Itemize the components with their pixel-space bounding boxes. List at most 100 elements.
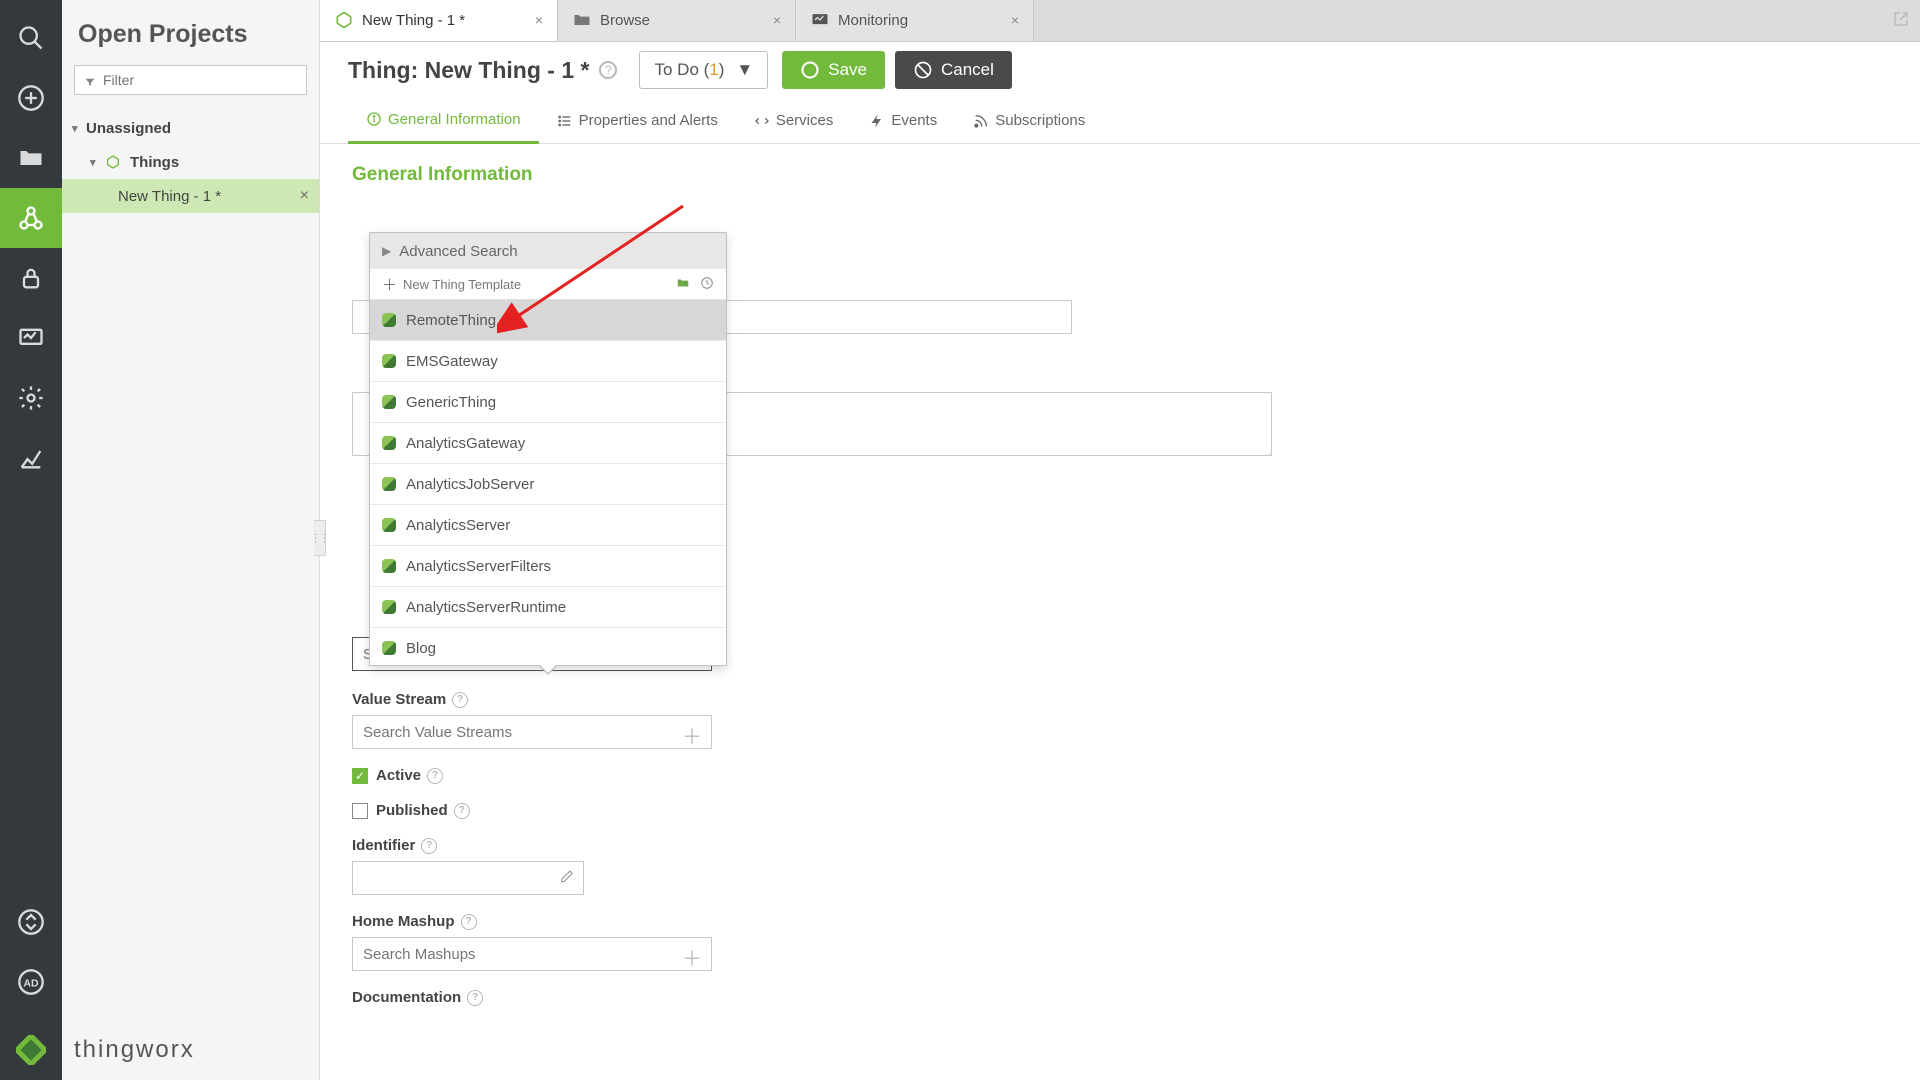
plus-icon[interactable]: ＋ xyxy=(682,720,702,749)
folder-icon[interactable] xyxy=(0,128,62,188)
tree-node-unassigned[interactable]: ▾ Unassigned xyxy=(62,111,319,145)
settings-icon[interactable] xyxy=(0,368,62,428)
tab-browse[interactable]: Browse × xyxy=(558,0,796,41)
help-icon[interactable]: ? xyxy=(452,692,468,708)
cancel-button[interactable]: Cancel xyxy=(895,51,1012,89)
entity-header: Thing: New Thing - 1 * ? To Do (1) ▼ Sav… xyxy=(320,42,1920,98)
template-icon xyxy=(382,395,396,409)
page-title: Thing: New Thing - 1 * xyxy=(348,57,589,84)
template-option[interactable]: Blog xyxy=(370,628,726,665)
etab-subscriptions[interactable]: Subscriptions xyxy=(955,98,1103,144)
popout-icon[interactable] xyxy=(1892,10,1910,33)
chevron-right-icon: ▶ xyxy=(382,244,391,258)
brand-logo-icon xyxy=(0,1020,62,1080)
tab-label: Browse xyxy=(600,12,650,29)
documentation-label: Documentation? xyxy=(352,989,505,1006)
plus-icon: ＋ xyxy=(382,274,397,295)
template-option[interactable]: AnalyticsServer xyxy=(370,505,726,546)
active-checkbox-row[interactable]: Active? xyxy=(352,767,1888,784)
etab-properties[interactable]: Properties and Alerts xyxy=(539,98,736,144)
close-icon[interactable]: × xyxy=(773,12,781,28)
events-icon xyxy=(869,113,885,129)
sidebar: Open Projects ▾ Unassigned ▾ Things New … xyxy=(62,0,320,1080)
published-checkbox-row[interactable]: Published? xyxy=(352,802,1888,819)
tab-monitoring[interactable]: Monitoring × xyxy=(796,0,1034,41)
filter-input[interactable] xyxy=(74,65,307,95)
info-icon xyxy=(366,111,382,127)
help-icon[interactable]: ? xyxy=(454,803,470,819)
plus-icon[interactable]: ＋ xyxy=(682,942,702,971)
ad-icon[interactable]: AD xyxy=(0,952,62,1012)
template-icon xyxy=(382,559,396,573)
identifier-label: Identifier? xyxy=(352,837,459,854)
monitor-icon xyxy=(810,10,830,30)
template-icon xyxy=(382,477,396,491)
checkbox-checked-icon[interactable] xyxy=(352,768,368,784)
template-icon xyxy=(382,313,396,327)
home-mashup-search[interactable] xyxy=(352,937,712,971)
analytics-icon[interactable] xyxy=(0,428,62,488)
new-template-row[interactable]: ＋ New Thing Template xyxy=(370,269,726,299)
close-icon[interactable]: × xyxy=(300,187,309,205)
close-icon[interactable]: × xyxy=(535,12,543,28)
tree-node-things[interactable]: ▾ Things xyxy=(62,145,319,179)
tree-label: New Thing - 1 * xyxy=(118,188,221,205)
security-icon[interactable] xyxy=(0,248,62,308)
top-tabs: New Thing - 1 * × Browse × Monitoring × xyxy=(320,0,1920,42)
tree-node-new-thing[interactable]: New Thing - 1 * × xyxy=(62,179,319,213)
left-icon-rail: AD xyxy=(0,0,62,1080)
svg-text:AD: AD xyxy=(23,978,39,990)
todo-dropdown[interactable]: To Do (1) ▼ xyxy=(639,51,768,89)
template-option[interactable]: GenericThing xyxy=(370,382,726,423)
value-stream-search[interactable] xyxy=(352,715,712,749)
sidebar-title: Open Projects xyxy=(62,0,319,65)
entity-tabs: General Information Properties and Alert… xyxy=(320,98,1920,144)
brand: thingworx xyxy=(0,1020,320,1080)
template-icon xyxy=(382,354,396,368)
project-tree: ▾ Unassigned ▾ Things New Thing - 1 * × xyxy=(62,107,319,213)
template-option[interactable]: RemoteThing xyxy=(370,300,726,341)
template-icon xyxy=(382,518,396,532)
add-icon[interactable] xyxy=(0,68,62,128)
help-icon[interactable]: ? xyxy=(599,61,617,79)
help-icon[interactable]: ? xyxy=(427,768,443,784)
template-option[interactable]: EMSGateway xyxy=(370,341,726,382)
template-list[interactable]: RemoteThing EMSGateway GenericThing Anal… xyxy=(370,299,726,665)
template-option[interactable]: AnalyticsGateway xyxy=(370,423,726,464)
subscriptions-icon xyxy=(973,113,989,129)
template-option[interactable]: AnalyticsJobServer xyxy=(370,464,726,505)
template-icon xyxy=(382,641,396,655)
checkbox-icon[interactable] xyxy=(352,803,368,819)
help-icon[interactable]: ? xyxy=(467,990,483,1006)
thing-icon xyxy=(334,10,354,30)
recent-icon[interactable] xyxy=(700,276,714,293)
list-icon xyxy=(557,113,573,129)
tree-label: Things xyxy=(130,154,179,171)
etab-events[interactable]: Events xyxy=(851,98,955,144)
services-icon xyxy=(754,113,770,129)
etab-general[interactable]: General Information xyxy=(348,98,539,144)
transfer-icon[interactable] xyxy=(0,892,62,952)
advanced-search-row[interactable]: ▶ Advanced Search xyxy=(370,233,726,269)
folder-icon[interactable] xyxy=(676,276,690,293)
save-button[interactable]: Save xyxy=(782,51,885,89)
template-option[interactable]: AnalyticsServerRuntime xyxy=(370,587,726,628)
projects-icon[interactable] xyxy=(0,188,62,248)
tab-new-thing[interactable]: New Thing - 1 * × xyxy=(320,0,558,41)
template-option[interactable]: AnalyticsServerFilters xyxy=(370,546,726,587)
thing-collection-icon xyxy=(104,153,122,171)
home-mashup-label: Home Mashup? xyxy=(352,913,499,930)
section-title: General Information xyxy=(352,164,1888,186)
monitor-icon[interactable] xyxy=(0,308,62,368)
identifier-input[interactable] xyxy=(352,861,584,895)
save-icon xyxy=(800,60,820,80)
folder-icon xyxy=(572,10,592,30)
help-icon[interactable]: ? xyxy=(421,838,437,854)
edit-icon[interactable] xyxy=(560,869,574,888)
help-icon[interactable]: ? xyxy=(461,914,477,930)
close-icon[interactable]: × xyxy=(1011,12,1019,28)
template-icon xyxy=(382,436,396,450)
etab-services[interactable]: Services xyxy=(736,98,852,144)
chevron-down-icon: ▼ xyxy=(736,60,753,80)
search-icon[interactable] xyxy=(0,8,62,68)
